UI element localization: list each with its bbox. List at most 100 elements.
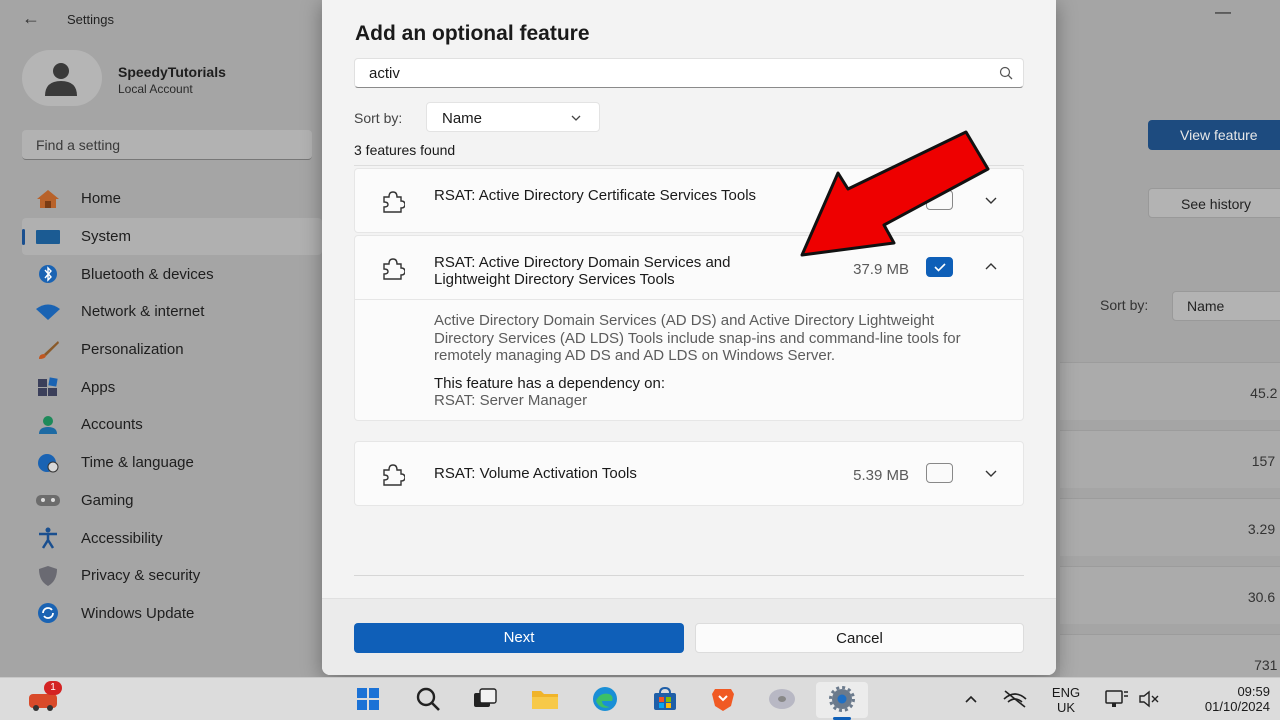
shield-icon xyxy=(34,565,62,586)
feature-size: 3.29 MB xyxy=(1247,521,1280,537)
gamepad-icon xyxy=(34,490,62,510)
search-icon[interactable] xyxy=(413,685,443,713)
active-indicator xyxy=(22,228,25,245)
clock-time: 09:59 xyxy=(1237,684,1270,699)
feature-item[interactable]: RSAT: Volume Activation Tools 5.39 MB xyxy=(354,441,1024,506)
sidebar-item-label: Gaming xyxy=(81,491,134,509)
view-features-button[interactable]: View feature xyxy=(1148,120,1280,150)
sidebar-item-accounts[interactable]: Accounts xyxy=(22,406,322,444)
sidebar-item-accessibility[interactable]: Accessibility xyxy=(22,519,322,557)
feature-details: Active Directory Domain Services (AD DS)… xyxy=(355,299,1023,420)
sort-value: Name xyxy=(442,110,483,127)
disc-icon[interactable] xyxy=(767,685,797,713)
puzzle-piece-icon xyxy=(383,191,405,213)
network-disconnected-icon[interactable] xyxy=(1000,685,1030,713)
user-name: SpeedyTutorials xyxy=(118,64,226,80)
sort-dropdown[interactable]: Name xyxy=(426,102,600,132)
feature-search-input[interactable]: activ xyxy=(354,58,1024,88)
next-button[interactable]: Next xyxy=(354,623,684,653)
feature-size: 731 KB xyxy=(1254,657,1280,673)
sidebar-item-label: Time & language xyxy=(81,454,194,472)
sidebar-item-home[interactable]: Home xyxy=(22,180,322,218)
clock[interactable]: 09:59 01/10/2024 xyxy=(1178,684,1270,714)
settings-gear-icon[interactable] xyxy=(827,685,857,713)
sidebar-item-label: Home xyxy=(81,190,122,208)
feature-checkbox[interactable] xyxy=(926,463,953,483)
divider xyxy=(354,575,1024,576)
list-item[interactable]: 157 MB xyxy=(1060,430,1280,488)
taskbar: 1 ENG UK 09:59 01/10/2024 xyxy=(0,677,1280,720)
avatar xyxy=(22,50,102,106)
feature-description: Active Directory Domain Services (AD DS)… xyxy=(434,312,961,364)
sidebar-item-gaming[interactable]: Gaming xyxy=(22,482,322,520)
store-icon[interactable] xyxy=(650,685,680,713)
sidebar-item-label: Accounts xyxy=(81,416,143,434)
puzzle-piece-icon xyxy=(383,258,405,280)
accounts-icon xyxy=(34,415,62,435)
add-optional-feature-dialog: Add an optional feature activ Sort by: N… xyxy=(322,0,1056,675)
sidebar-item-time-language[interactable]: Time & language xyxy=(22,444,322,482)
language-indicator[interactable]: ENG UK xyxy=(1046,685,1086,715)
display-icon[interactable] xyxy=(1102,685,1132,713)
sidebar-item-apps[interactable]: Apps xyxy=(22,368,322,406)
brave-browser-icon[interactable] xyxy=(708,685,738,713)
notification-badge: 1 xyxy=(44,681,62,695)
home-icon xyxy=(34,189,62,209)
results-count: 3 features found xyxy=(354,142,456,158)
apps-icon xyxy=(34,377,62,397)
bluetooth-icon xyxy=(34,264,62,284)
sort-label: Sort by: xyxy=(1100,297,1149,313)
feature-name: RSAT: Active Directory Domain Services a… xyxy=(434,254,731,288)
minimize-icon[interactable]: — xyxy=(1215,4,1231,22)
see-history-button[interactable]: See history xyxy=(1148,188,1280,218)
app-title: Settings xyxy=(67,12,114,27)
task-view-icon[interactable] xyxy=(470,685,500,713)
clock-date: 01/10/2024 xyxy=(1204,699,1270,714)
feature-name: RSAT: Volume Activation Tools xyxy=(434,465,637,482)
find-setting-input[interactable]: Find a setting xyxy=(22,130,312,160)
search-icon[interactable] xyxy=(999,66,1013,80)
red-arrow-annotation xyxy=(800,130,990,257)
wifi-icon xyxy=(34,302,62,322)
sidebar-item-label: Network & internet xyxy=(81,303,205,321)
feature-size: 5.39 MB xyxy=(853,467,909,484)
region-code: UK xyxy=(1056,700,1076,715)
back-arrow-icon[interactable]: ← xyxy=(22,8,40,29)
brush-icon xyxy=(34,340,62,360)
sidebar-item-label: Accessibility xyxy=(81,529,163,547)
feature-size: 157 MB xyxy=(1251,453,1280,469)
sort-dropdown[interactable]: Name xyxy=(1172,291,1280,321)
search-value: activ xyxy=(369,65,400,82)
sidebar-item-personalization[interactable]: Personalization xyxy=(22,331,322,369)
volume-muted-icon[interactable] xyxy=(1134,685,1164,713)
sidebar-item-label: Personalization xyxy=(81,341,184,359)
accessibility-icon xyxy=(34,527,62,549)
chevron-down-icon[interactable] xyxy=(984,468,998,478)
sidebar-item-label: Apps xyxy=(81,378,116,396)
sidebar-item-privacy[interactable]: Privacy & security xyxy=(22,557,322,595)
sidebar-item-label: System xyxy=(81,228,132,246)
list-item[interactable]: 30.6 MB xyxy=(1060,566,1280,624)
edge-browser-icon[interactable] xyxy=(590,685,620,713)
update-icon xyxy=(34,603,62,624)
language-code: ENG xyxy=(1051,685,1081,700)
chevron-down-icon xyxy=(571,115,581,121)
file-explorer-icon[interactable] xyxy=(530,685,560,713)
sidebar-item-bluetooth[interactable]: Bluetooth & devices xyxy=(22,255,322,293)
sidebar-item-system[interactable]: System xyxy=(22,217,322,256)
sidebar-item-label: Windows Update xyxy=(81,604,195,622)
list-item[interactable]: 45.2 KB xyxy=(1060,362,1280,420)
list-item[interactable]: 3.29 MB xyxy=(1060,498,1280,556)
puzzle-piece-icon xyxy=(383,464,405,486)
dialog-footer: Next Cancel xyxy=(322,598,1056,675)
account-type: Local Account xyxy=(118,82,193,96)
start-icon[interactable] xyxy=(353,685,383,713)
dialog-title: Add an optional feature xyxy=(355,22,590,45)
sidebar-item-windows-update[interactable]: Windows Update xyxy=(22,595,322,633)
dependency-title: This feature has a dependency on: xyxy=(434,374,665,392)
sidebar-item-network[interactable]: Network & internet xyxy=(22,293,322,331)
system-icon xyxy=(34,227,62,247)
chevron-up-icon[interactable] xyxy=(956,685,986,713)
cancel-button[interactable]: Cancel xyxy=(695,623,1024,653)
sort-label: Sort by: xyxy=(354,110,403,126)
